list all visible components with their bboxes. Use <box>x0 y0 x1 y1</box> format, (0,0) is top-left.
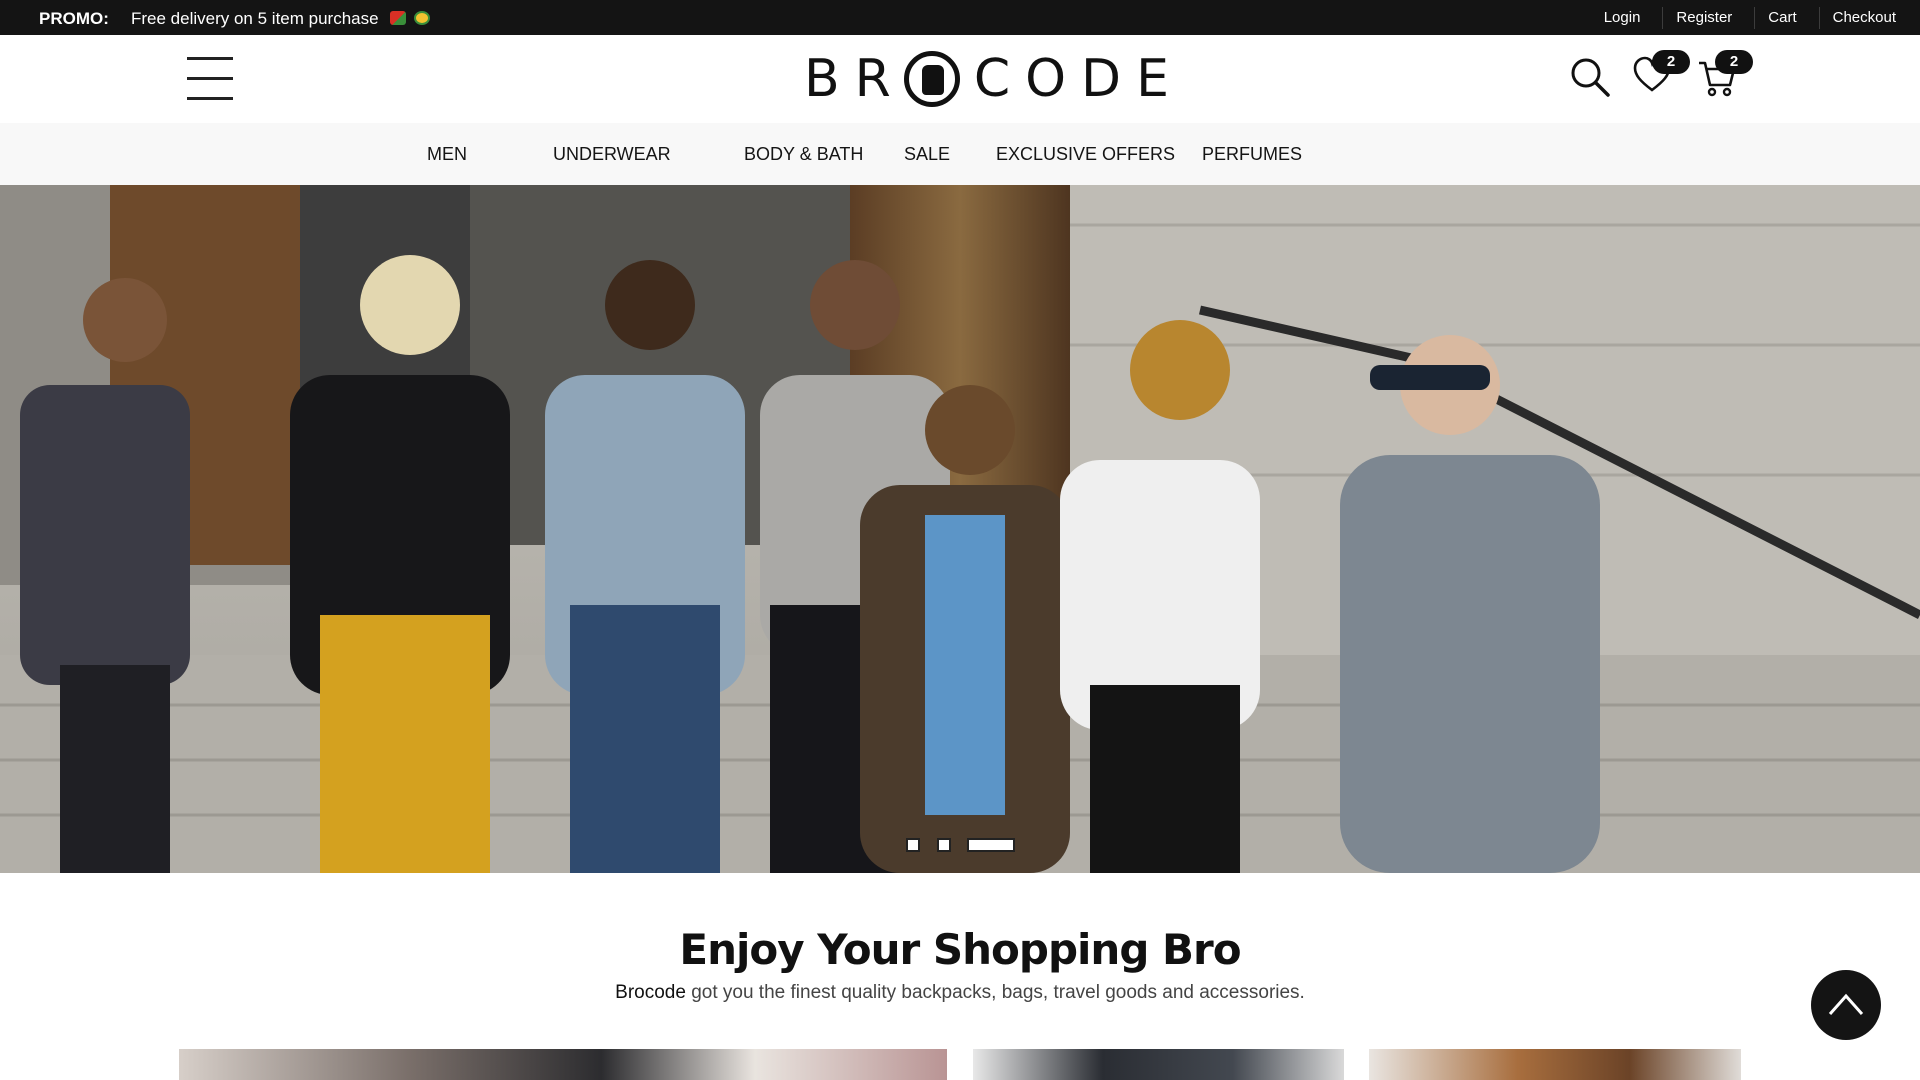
description-text: got you the finest quality backpacks, ba… <box>685 982 1305 1003</box>
nav-item-men[interactable]: MEN <box>427 123 467 185</box>
brand-logo[interactable]: BR CODE <box>804 49 1184 109</box>
account-links: Login Register Cart Checkout <box>1580 0 1920 35</box>
checkout-link[interactable]: Checkout <box>1820 0 1920 35</box>
promo-bar: PROMO: Free delivery on 5 item purchase … <box>0 0 1920 35</box>
product-card-image[interactable] <box>1369 1049 1741 1080</box>
cart-link[interactable]: Cart <box>1755 0 1818 35</box>
cart-button[interactable]: 2 <box>1697 50 1753 99</box>
wishlist-button[interactable]: 2 <box>1632 50 1690 99</box>
nav-item-sale[interactable]: SALE <box>904 123 950 185</box>
wishlist-count-badge: 2 <box>1652 50 1690 74</box>
slide-dot-2[interactable] <box>937 838 951 852</box>
product-card-image[interactable] <box>973 1049 1344 1080</box>
chevron-up-icon <box>1828 993 1864 1015</box>
nav-item-perfumes[interactable]: PERFUMES <box>1202 123 1302 185</box>
brand-name: Brocode <box>615 982 686 1003</box>
search-icon[interactable] <box>1568 55 1612 99</box>
category-nav: MEN UNDERWEAR BODY & BATH SALE EXCLUSIVE… <box>0 123 1920 185</box>
flag-emoji-icon <box>390 11 406 25</box>
smiley-emoji-icon <box>414 11 430 25</box>
section-description: Brocode got you the finest quality backp… <box>0 982 1920 1004</box>
site-header: BR CODE 2 2 <box>0 35 1920 123</box>
register-link[interactable]: Register <box>1663 0 1754 35</box>
nav-item-underwear[interactable]: UNDERWEAR <box>553 123 671 185</box>
login-link[interactable]: Login <box>1580 0 1663 35</box>
hamburger-icon[interactable] <box>187 57 233 101</box>
promo-text: Free delivery on 5 item purchase <box>131 9 379 28</box>
logo-text-left: BR <box>804 49 906 109</box>
fist-logo-icon <box>903 51 960 107</box>
back-to-top-button[interactable] <box>1811 970 1881 1040</box>
slide-dot-1[interactable] <box>906 838 920 852</box>
hero-image <box>0 185 1920 873</box>
slide-dot-3-active[interactable] <box>967 838 1015 852</box>
hero-slider[interactable] <box>0 185 1920 873</box>
product-card-image[interactable] <box>179 1049 947 1080</box>
section-title: Enjoy Your Shopping Bro <box>679 925 1241 974</box>
slider-dots <box>0 838 1920 854</box>
nav-item-body-bath[interactable]: BODY & BATH <box>744 123 863 185</box>
promo-label: PROMO: <box>39 9 109 28</box>
nav-item-exclusive-offers[interactable]: EXCLUSIVE OFFERS <box>996 123 1175 185</box>
cart-count-badge: 2 <box>1715 50 1753 74</box>
logo-text-right: CODE <box>973 49 1184 109</box>
